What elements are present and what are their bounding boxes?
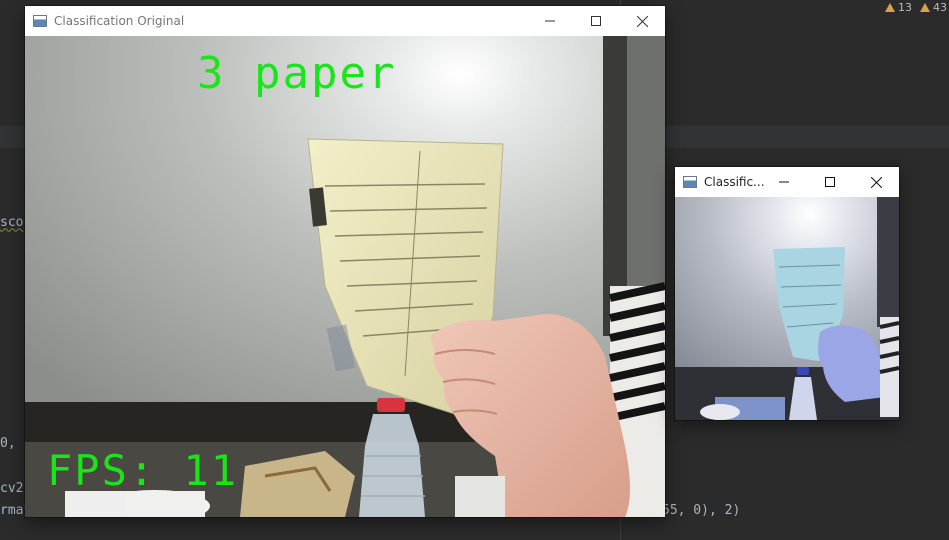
classification-preview-window: Classific... bbox=[675, 167, 899, 420]
code-fragment: 55, 0), 2) bbox=[662, 503, 741, 518]
weak-warning-count: 43 bbox=[933, 0, 947, 14]
warning-icon bbox=[920, 2, 930, 12]
minimize-icon bbox=[545, 20, 555, 22]
maximize-button[interactable] bbox=[807, 167, 853, 197]
camera-preview-frame bbox=[675, 197, 899, 420]
warning-counter[interactable]: 13 bbox=[885, 0, 912, 14]
code-fragment: sco bbox=[0, 215, 24, 230]
window-app-icon bbox=[33, 15, 47, 27]
maximize-button[interactable] bbox=[573, 6, 619, 36]
title-bar[interactable]: Classification Original bbox=[25, 6, 665, 36]
prediction-label: 3 paper bbox=[197, 48, 397, 99]
title-bar[interactable]: Classific... bbox=[675, 167, 899, 197]
warning-icon bbox=[885, 2, 895, 12]
maximize-icon bbox=[825, 177, 835, 187]
minimize-icon bbox=[779, 181, 789, 183]
weak-warning-counter[interactable]: 43 bbox=[920, 0, 947, 14]
camera-preview-scene bbox=[675, 197, 899, 420]
minimize-button[interactable] bbox=[761, 167, 807, 197]
close-icon bbox=[636, 15, 648, 27]
close-button[interactable] bbox=[853, 167, 899, 197]
window-title: Classification Original bbox=[54, 14, 185, 28]
close-icon bbox=[870, 176, 882, 188]
code-fragment: cv2 bbox=[0, 481, 24, 496]
maximize-icon bbox=[591, 16, 601, 26]
close-button[interactable] bbox=[619, 6, 665, 36]
warning-count: 13 bbox=[898, 0, 912, 14]
window-title: Classific... bbox=[704, 175, 765, 189]
classification-original-window: Classification Original 3 paper FPS: 11 bbox=[25, 6, 665, 517]
fps-counter: FPS: 11 bbox=[47, 446, 239, 495]
minimize-button[interactable] bbox=[527, 6, 573, 36]
camera-scene bbox=[25, 36, 665, 517]
camera-frame: 3 paper FPS: 11 bbox=[25, 36, 665, 517]
window-app-icon bbox=[683, 176, 697, 188]
